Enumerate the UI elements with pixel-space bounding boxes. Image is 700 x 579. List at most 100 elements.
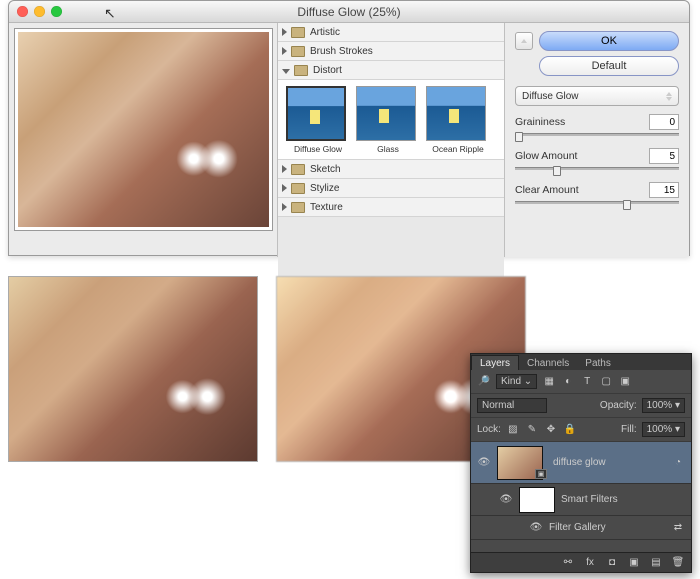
- layer-mask-icon[interactable]: ◘: [605, 556, 619, 570]
- controls-pane: OK Default Diffuse Glow Graininess Glow …: [505, 23, 689, 257]
- cursor-icon: ↖: [104, 5, 116, 22]
- category-sketch[interactable]: Sketch: [278, 160, 504, 179]
- smart-object-icon[interactable]: ▣: [618, 375, 632, 389]
- ok-button[interactable]: OK: [539, 31, 679, 51]
- smart-filters-label: Smart Filters: [561, 494, 618, 505]
- param-glow-amount: Glow Amount: [515, 148, 679, 177]
- shape-layer-icon[interactable]: ▢: [599, 375, 613, 389]
- chevron-right-icon: [282, 47, 287, 55]
- graininess-input[interactable]: [649, 114, 679, 130]
- panel-tabs: Layers Channels Paths: [471, 354, 691, 370]
- folder-icon: [291, 164, 305, 175]
- new-layer-icon[interactable]: ▤: [649, 556, 663, 570]
- folder-icon: [291, 27, 305, 38]
- category-label: Artistic: [310, 27, 340, 38]
- param-clear-amount: Clear Amount ↖: [515, 182, 679, 211]
- fill-input[interactable]: 100% ▾: [642, 422, 685, 437]
- category-label: Sketch: [310, 164, 341, 175]
- blend-row: Normal Opacity: 100% ▾: [471, 394, 691, 418]
- param-label: Clear Amount: [515, 184, 579, 196]
- glow-slider[interactable]: [515, 167, 679, 177]
- category-artistic[interactable]: Artistic: [278, 23, 504, 42]
- folder-icon: [291, 202, 305, 213]
- layer-diffuse-glow[interactable]: 👁 ▣ diffuse glow ◔: [471, 442, 691, 484]
- lock-position-icon[interactable]: ✥: [544, 423, 558, 437]
- filter-kind-row: 🔎 Kind ⌄ ▦ ◐ T ▢ ▣: [471, 370, 691, 394]
- before-image: [8, 276, 258, 462]
- category-brush-strokes[interactable]: Brush Strokes: [278, 42, 504, 61]
- category-label: Texture: [310, 202, 343, 213]
- filter-categories: Artistic Brush Strokes Distort Diffuse G…: [277, 23, 505, 257]
- thumb-glass[interactable]: Glass: [356, 86, 420, 154]
- link-layers-icon[interactable]: ⚯: [561, 556, 575, 570]
- tab-channels[interactable]: Channels: [519, 356, 577, 370]
- smart-object-badge-icon: ▣: [535, 469, 547, 479]
- kind-select[interactable]: Kind ⌄: [496, 374, 537, 389]
- lock-transparent-icon[interactable]: ▨: [506, 423, 520, 437]
- slider-knob[interactable]: [515, 132, 523, 142]
- layer-name: diffuse glow: [553, 457, 606, 468]
- adjustment-layer-icon[interactable]: ◐: [561, 375, 575, 389]
- lock-row: Lock: ▨ ✎ ✥ 🔒 Fill: 100% ▾: [471, 418, 691, 442]
- visibility-icon[interactable]: 👁: [499, 494, 513, 505]
- clear-slider[interactable]: [515, 201, 679, 211]
- fill-label: Fill:: [621, 424, 637, 435]
- visibility-icon[interactable]: 👁: [477, 457, 491, 468]
- chevron-right-icon: [282, 28, 287, 36]
- folder-icon: [291, 183, 305, 194]
- blend-mode-select[interactable]: Normal: [477, 398, 547, 413]
- tab-layers[interactable]: Layers: [471, 355, 519, 370]
- thumb-diffuse-glow[interactable]: Diffuse Glow: [286, 86, 350, 154]
- chevron-right-icon: [282, 184, 287, 192]
- delete-layer-icon[interactable]: 🗑: [671, 556, 685, 570]
- filter-mask-thumbnail[interactable]: [519, 487, 555, 513]
- smart-filters-row[interactable]: 👁 Smart Filters: [471, 484, 691, 516]
- comparison-images: [8, 276, 526, 462]
- default-button[interactable]: Default: [539, 56, 679, 76]
- clear-input[interactable]: [649, 182, 679, 198]
- collapse-button[interactable]: [515, 32, 533, 50]
- chevron-right-icon: [282, 165, 287, 173]
- pixel-layer-icon[interactable]: ▦: [542, 375, 556, 389]
- filter-name: Filter Gallery: [549, 522, 606, 533]
- category-label: Brush Strokes: [310, 46, 373, 57]
- filter-gallery-dialog: Diffuse Glow (25%) Artistic Brush Stroke…: [8, 0, 690, 256]
- category-label: Distort: [313, 65, 342, 76]
- chevron-right-icon: [282, 203, 287, 211]
- category-distort[interactable]: Distort: [278, 61, 504, 80]
- folder-icon: [291, 46, 305, 57]
- param-label: Graininess: [515, 116, 565, 128]
- category-texture[interactable]: Texture: [278, 198, 504, 217]
- glow-input[interactable]: [649, 148, 679, 164]
- lock-all-icon[interactable]: 🔒: [563, 423, 577, 437]
- preview-pane: [9, 23, 277, 257]
- slider-knob[interactable]: [623, 200, 631, 210]
- opacity-input[interactable]: 100% ▾: [642, 398, 685, 413]
- chevron-down-icon: [282, 69, 290, 74]
- layer-effects-icon[interactable]: ◔: [671, 456, 685, 470]
- filter-dropdown[interactable]: Diffuse Glow: [515, 86, 679, 106]
- param-graininess: Graininess: [515, 114, 679, 143]
- filter-gallery-row[interactable]: 👁 Filter Gallery ⇄: [471, 516, 691, 540]
- thumb-label: Ocean Ripple: [432, 144, 484, 154]
- search-icon[interactable]: 🔎: [477, 375, 491, 389]
- lock-label: Lock:: [477, 424, 501, 435]
- filter-settings-icon[interactable]: ⇄: [671, 521, 685, 535]
- panel-footer: ⚯ fx ◘ ▣ ▤ 🗑: [471, 552, 691, 572]
- slider-knob[interactable]: [553, 166, 561, 176]
- filter-thumbnails: Diffuse Glow Glass Ocean Ripple: [278, 80, 504, 160]
- type-layer-icon[interactable]: T: [580, 375, 594, 389]
- preview-frame[interactable]: [14, 28, 273, 231]
- thumb-ocean-ripple[interactable]: Ocean Ripple: [426, 86, 490, 154]
- chevron-up-icon: [521, 39, 527, 43]
- folder-icon: [294, 65, 308, 76]
- graininess-slider[interactable]: [515, 133, 679, 143]
- tab-paths[interactable]: Paths: [577, 356, 619, 370]
- lock-pixels-icon[interactable]: ✎: [525, 423, 539, 437]
- new-group-icon[interactable]: ▣: [627, 556, 641, 570]
- preview-image: [18, 32, 269, 227]
- category-stylize[interactable]: Stylize: [278, 179, 504, 198]
- visibility-icon[interactable]: 👁: [529, 522, 543, 533]
- layer-style-icon[interactable]: fx: [583, 556, 597, 570]
- filter-dropdown-label: Diffuse Glow: [522, 91, 579, 102]
